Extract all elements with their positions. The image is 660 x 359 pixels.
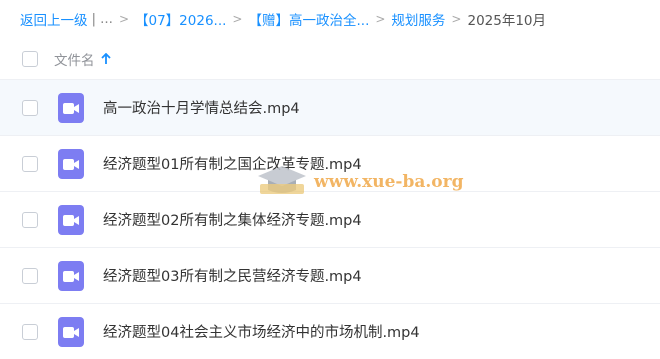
file-name[interactable]: 经济题型03所有制之民营经济专题.mp4 <box>103 265 362 286</box>
video-icon <box>58 205 84 235</box>
breadcrumb-separator: > <box>375 12 386 26</box>
file-name[interactable]: 经济题型01所有制之国企改革专题.mp4 <box>103 153 362 174</box>
select-all-checkbox[interactable] <box>22 50 38 67</box>
column-header-label: 文件名 <box>54 52 95 69</box>
video-icon <box>58 149 84 179</box>
breadcrumb-separator: > <box>118 12 129 26</box>
file-list: 高一政治十月学情总结会.mp4 经济题型01所有制之国企改革专题.mp4 经济题… <box>0 80 660 359</box>
video-icon <box>58 317 84 347</box>
sort-arrow-up-icon[interactable] <box>100 52 111 65</box>
row-checkbox[interactable] <box>22 324 38 340</box>
file-row[interactable]: 经济题型03所有制之民营经济专题.mp4 <box>0 248 660 304</box>
file-row[interactable]: 经济题型01所有制之国企改革专题.mp4 <box>0 136 660 192</box>
file-row[interactable]: 高一政治十月学情总结会.mp4 <box>0 80 660 136</box>
file-name[interactable]: 经济题型04社会主义市场经济中的市场机制.mp4 <box>103 321 420 342</box>
video-icon <box>58 93 84 123</box>
file-row[interactable]: 经济题型02所有制之集体经济专题.mp4 <box>0 192 660 248</box>
back-link[interactable]: 返回上一级 <box>20 9 88 29</box>
file-name[interactable]: 经济题型02所有制之集体经济专题.mp4 <box>103 209 362 230</box>
file-list-header: 文件名 <box>0 38 660 80</box>
breadcrumb: 返回上一级 | ... > 【07】2026... > 【赠】高一政治全... … <box>20 8 546 30</box>
breadcrumb-current: 2025年10月 <box>467 13 547 29</box>
file-name[interactable]: 高一政治十月学情总结会.mp4 <box>103 97 300 118</box>
breadcrumb-separator: > <box>451 12 462 26</box>
breadcrumb-ellipsis[interactable]: ... <box>100 11 113 27</box>
row-checkbox[interactable] <box>22 268 38 284</box>
row-checkbox[interactable] <box>22 100 38 116</box>
breadcrumb-item-3[interactable]: 规划服务 <box>391 9 445 29</box>
breadcrumb-divider: | <box>91 11 97 27</box>
video-icon <box>58 261 84 291</box>
row-checkbox[interactable] <box>22 156 38 172</box>
file-row[interactable]: 经济题型04社会主义市场经济中的市场机制.mp4 <box>0 304 660 359</box>
breadcrumb-item-1[interactable]: 【07】2026... <box>135 9 226 29</box>
column-header-filename[interactable]: 文件名 <box>54 49 111 69</box>
breadcrumb-item-2[interactable]: 【赠】高一政治全... <box>248 9 369 29</box>
row-checkbox[interactable] <box>22 212 38 228</box>
breadcrumb-separator: > <box>232 12 243 26</box>
